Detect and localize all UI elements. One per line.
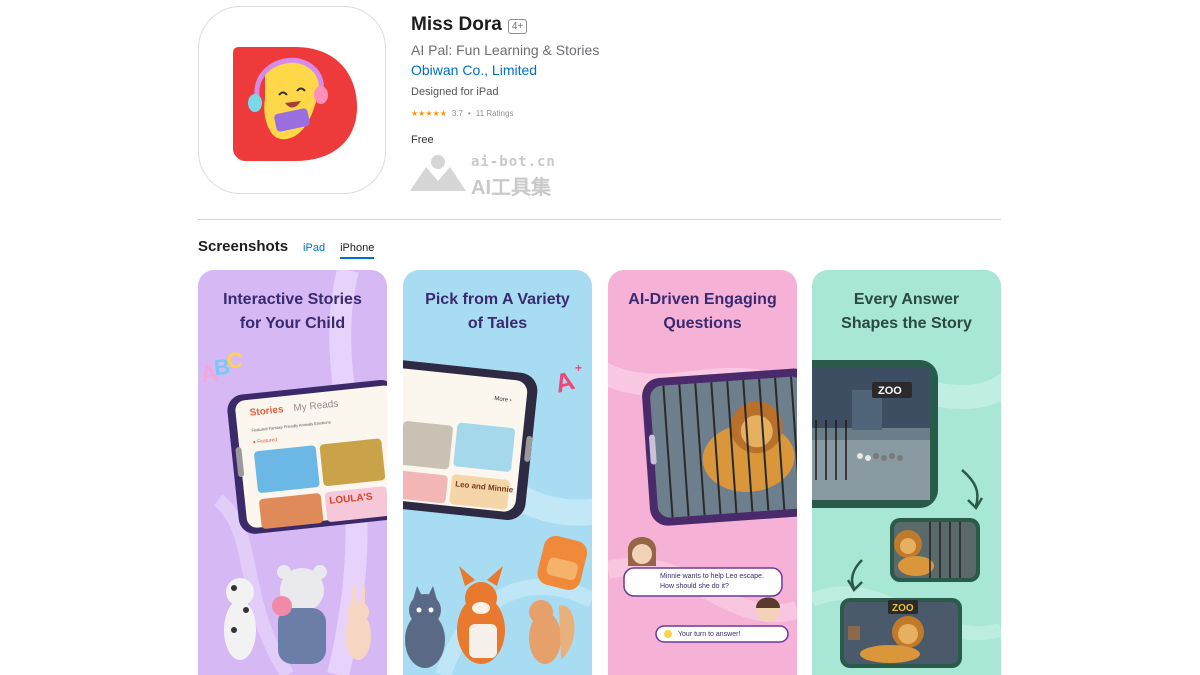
screenshot-4[interactable]: ZOO ZOO Every Answer Shapes the Story: [812, 270, 1001, 675]
screenshots-title: Screenshots: [198, 238, 289, 255]
screenshot-2-caption-line1: Pick from A Variety: [425, 291, 570, 308]
zoo-sign-1: ZOO: [878, 385, 902, 397]
screenshot-2[interactable]: Leo and Minnie More › A + Pick from A Va…: [403, 270, 592, 675]
screenshot-2-caption: Pick from A Variety of Tales: [403, 288, 592, 336]
screenshot-1-caption-line2: for Your Child: [239, 315, 346, 332]
screenshot-3-caption: AI-Driven Engaging Questions: [608, 288, 797, 336]
price-label: Free: [411, 134, 434, 146]
screenshot-3[interactable]: AI-Driven Engaging Questions Minnie want…: [608, 270, 797, 675]
svg-text:C: C: [227, 348, 243, 373]
watermark-logo-icon: [410, 155, 466, 191]
screenshot-4-caption-line1: Every Answer: [853, 291, 960, 308]
app-subtitle: AI Pal: Fun Learning & Stories: [411, 42, 600, 58]
screenshot-3-caption-line2: Questions: [663, 315, 742, 332]
screenshot-3-question-line1: Minnie wants to help Leo escape.: [660, 573, 764, 580]
zoo-sign-2: ZOO: [892, 603, 914, 614]
screenshot-1-caption: Interactive Stories for Your Child: [198, 288, 387, 336]
girl-avatar: [627, 537, 657, 566]
app-header: Miss Dora 4+ AI Pal: Fun Learning & Stor…: [411, 14, 971, 146]
rating-stars-icon: ★★★★★: [411, 109, 447, 118]
screenshot-2-caption-line2: of Tales: [467, 315, 528, 332]
app-icon: [198, 6, 386, 194]
watermark: ai-bot.cn AI工具集: [408, 153, 588, 199]
developer-link[interactable]: Obiwan Co., Limited: [411, 62, 537, 78]
section-divider: [198, 219, 1001, 220]
ratings-count: 11 Ratings: [475, 109, 514, 118]
age-rating-badge: 4+: [507, 18, 528, 34]
app-title: Miss Dora: [411, 14, 502, 35]
watermark-name: AI工具集: [471, 177, 551, 199]
tab-iphone[interactable]: iPhone: [340, 242, 375, 259]
watermark-domain: ai-bot.cn: [471, 154, 556, 170]
svg-text:+: +: [575, 361, 582, 375]
tab-ipad[interactable]: iPad: [303, 242, 325, 257]
screenshots-header: Screenshots iPad iPhone: [198, 238, 375, 259]
title-row: Miss Dora 4+: [411, 14, 971, 36]
rating-row: ★★★★★ 3.7 • 11 Ratings: [411, 109, 971, 118]
screenshot-3-caption-line1: AI-Driven Engaging: [628, 291, 777, 308]
screenshot-3-question-bubble: Minnie wants to help Leo escape. How sho…: [660, 572, 764, 592]
screenshot-1-caption-line1: Interactive Stories: [223, 291, 362, 308]
dog-character: [224, 578, 256, 660]
boy-avatar: [756, 597, 780, 622]
screenshot-4-caption: Every Answer Shapes the Story: [812, 288, 1001, 336]
screenshot-1[interactable]: A B C LOULA'S Stories My Reads Featured …: [198, 270, 387, 675]
rating-separator: •: [467, 109, 471, 118]
screenshot-3-question-line2: How should she do it?: [660, 583, 729, 590]
rating-value: 3.7: [451, 109, 463, 118]
screenshot-4-caption-line2: Shapes the Story: [841, 315, 972, 332]
designed-for-label: Designed for iPad: [411, 86, 499, 98]
screenshot-3-answer-bubble: Your turn to answer!: [678, 631, 741, 638]
miss-dora-logo-icon: [233, 47, 357, 161]
